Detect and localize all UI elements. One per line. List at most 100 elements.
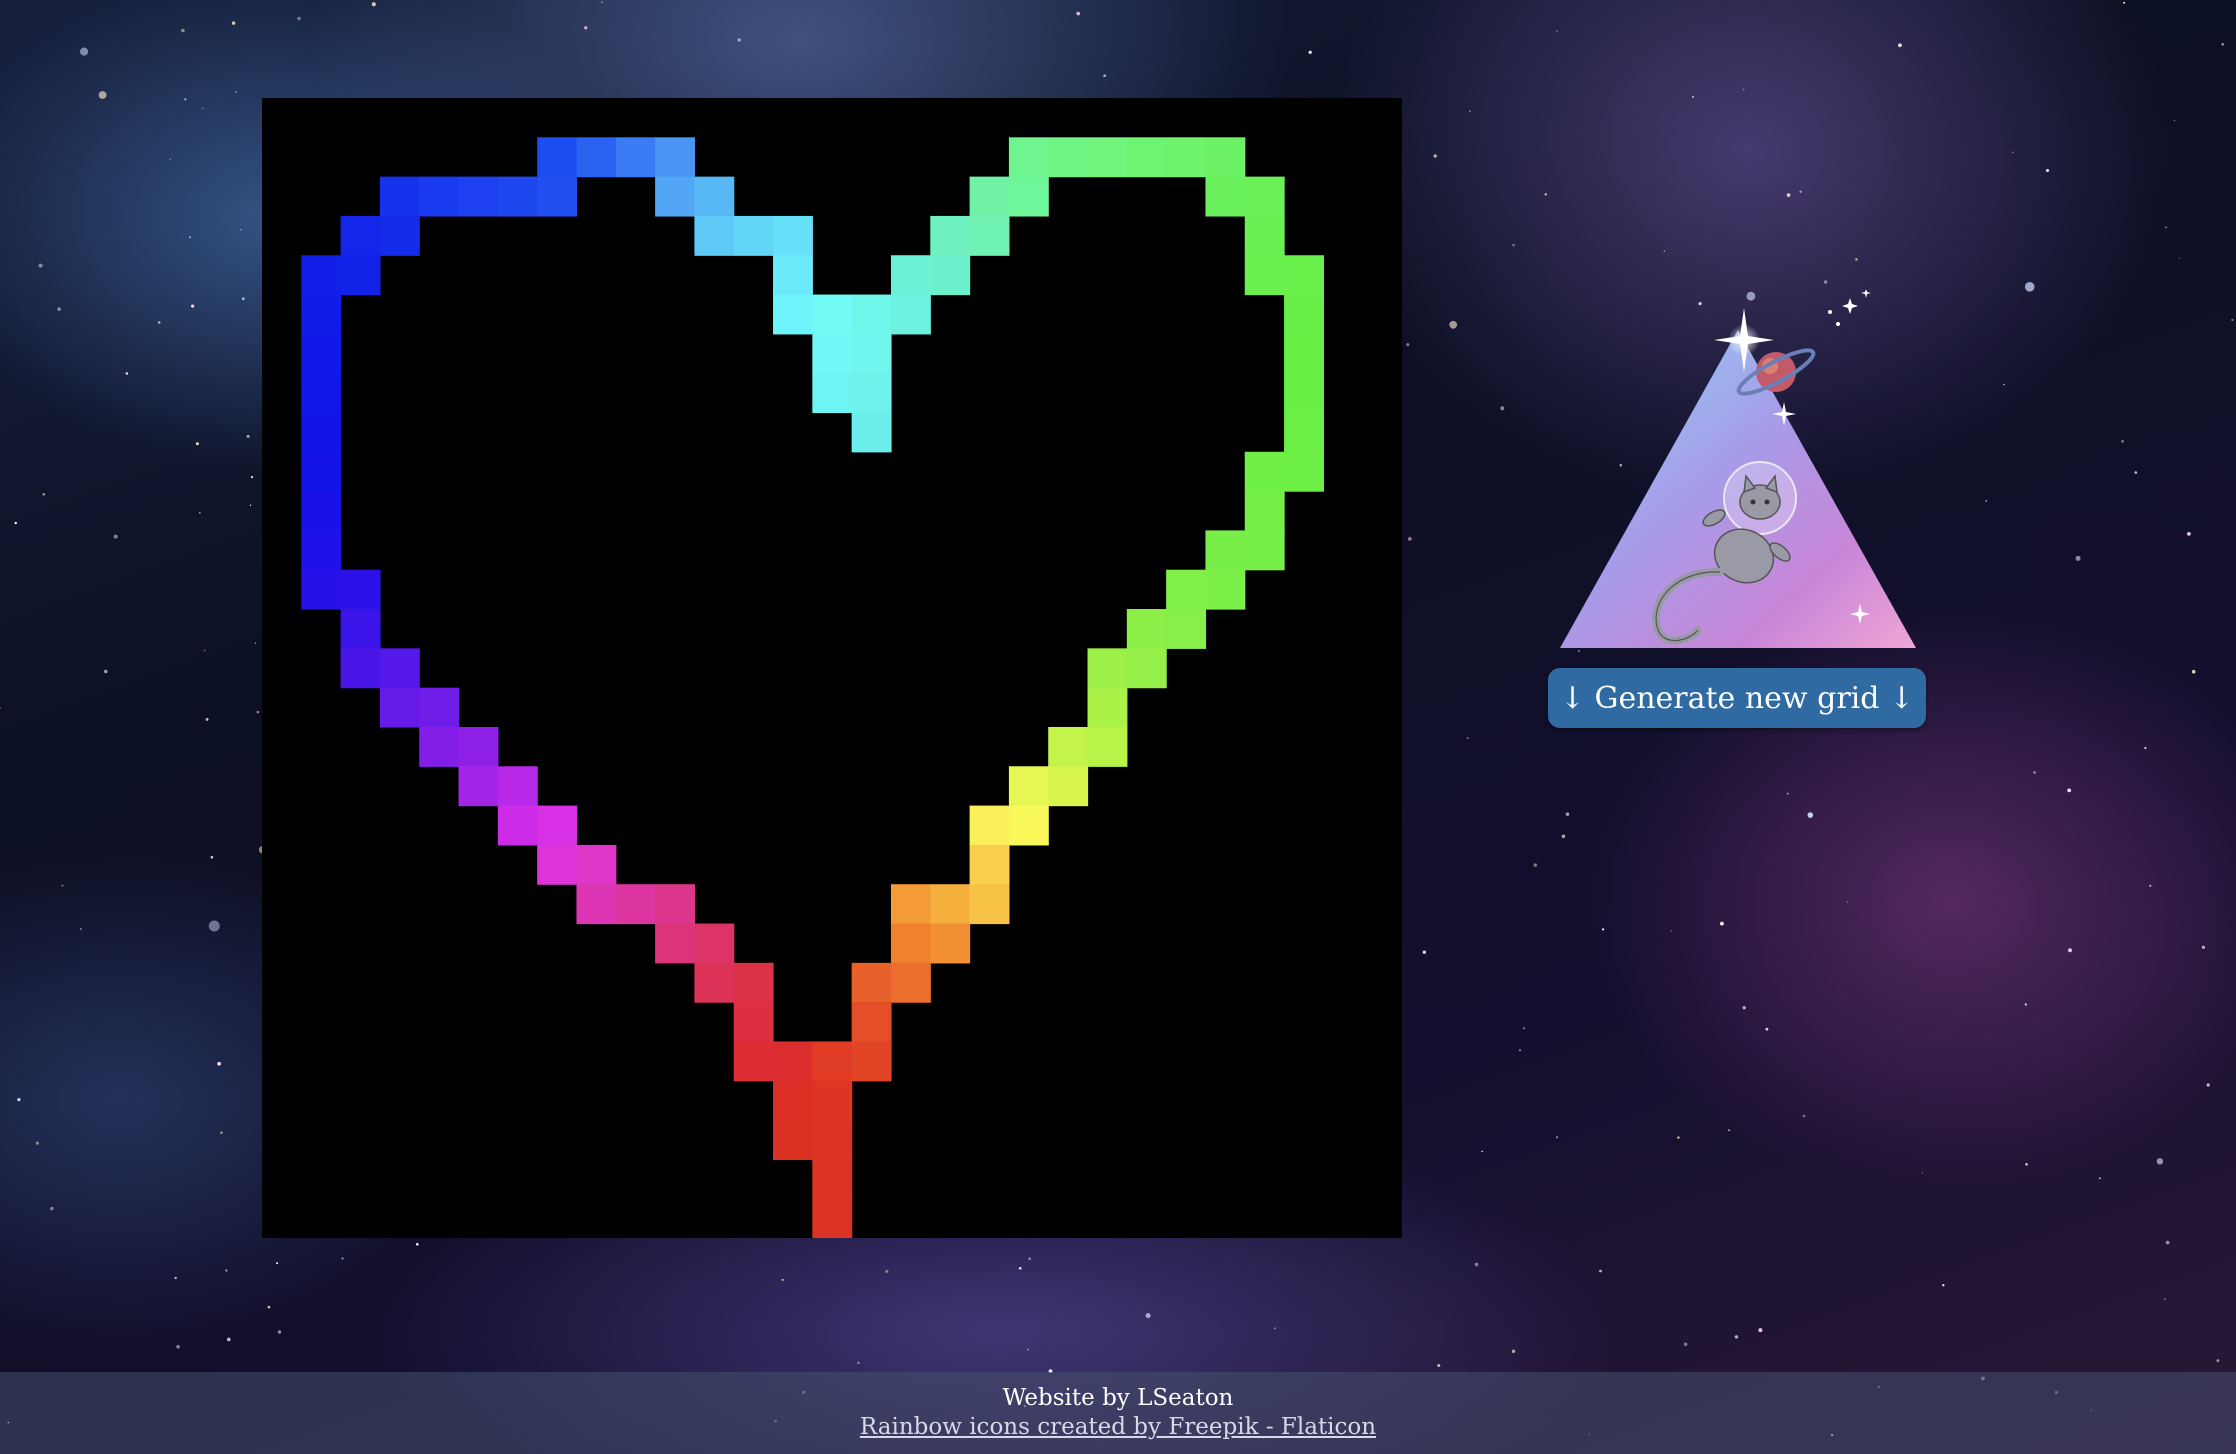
- grid-pixel[interactable]: [340, 648, 381, 689]
- grid-pixel[interactable]: [537, 137, 578, 178]
- grid-pixel[interactable]: [1205, 530, 1246, 571]
- grid-pixel[interactable]: [1284, 451, 1324, 492]
- generate-new-grid-button[interactable]: ↓ Generate new grid ↓: [1548, 668, 1926, 728]
- grid-pixel[interactable]: [773, 294, 813, 335]
- grid-pixel[interactable]: [379, 215, 420, 256]
- grid-pixel[interactable]: [890, 294, 931, 335]
- grid-pixel[interactable]: [1205, 569, 1246, 610]
- grid-pixel[interactable]: [1126, 609, 1167, 649]
- grid-pixel[interactable]: [1126, 648, 1167, 689]
- grid-pixel[interactable]: [301, 569, 342, 610]
- grid-pixel[interactable]: [1244, 451, 1285, 492]
- grid-pixel[interactable]: [301, 491, 342, 532]
- grid-pixel[interactable]: [419, 726, 460, 767]
- grid-pixel[interactable]: [1284, 333, 1324, 374]
- grid-pixel[interactable]: [890, 884, 931, 925]
- grid-pixel[interactable]: [1087, 687, 1128, 728]
- grid-pixel[interactable]: [301, 412, 342, 453]
- grid-pixel[interactable]: [655, 176, 696, 217]
- grid-pixel[interactable]: [458, 726, 499, 767]
- grid-pixel[interactable]: [497, 766, 538, 807]
- grid-pixel[interactable]: [812, 1159, 853, 1200]
- grid-pixel[interactable]: [773, 1080, 813, 1121]
- grid-pixel[interactable]: [773, 1120, 813, 1160]
- grid-pixel[interactable]: [1008, 137, 1049, 178]
- grid-pixel[interactable]: [458, 176, 499, 217]
- grid-pixel[interactable]: [1087, 648, 1128, 689]
- grid-pixel[interactable]: [419, 176, 460, 217]
- grid-pixel[interactable]: [1284, 255, 1324, 296]
- grid-pixel[interactable]: [694, 176, 735, 217]
- grid-pixel[interactable]: [576, 884, 617, 925]
- grid-pixel[interactable]: [1048, 766, 1089, 807]
- grid-pixel[interactable]: [1048, 726, 1089, 767]
- grid-pixel[interactable]: [812, 1120, 853, 1160]
- grid-pixel[interactable]: [1166, 609, 1207, 649]
- grid-pixel[interactable]: [1008, 805, 1049, 846]
- grid-pixel[interactable]: [615, 884, 656, 925]
- grid-pixel[interactable]: [812, 373, 853, 414]
- grid-pixel[interactable]: [340, 215, 381, 256]
- grid-pixel[interactable]: [655, 884, 696, 925]
- grid-pixel[interactable]: [1244, 255, 1285, 296]
- grid-pixel[interactable]: [379, 648, 420, 689]
- grid-pixel[interactable]: [851, 962, 892, 1003]
- grid-pixel[interactable]: [419, 687, 460, 728]
- grid-pixel[interactable]: [930, 255, 971, 296]
- grid-pixel[interactable]: [1244, 530, 1285, 571]
- grid-pixel[interactable]: [733, 1041, 774, 1082]
- grid-pixel[interactable]: [576, 844, 617, 885]
- grid-pixel[interactable]: [497, 176, 538, 217]
- grid-pixel[interactable]: [694, 923, 735, 964]
- grid-pixel[interactable]: [1244, 215, 1285, 256]
- grid-pixel[interactable]: [458, 766, 499, 807]
- grid-pixel[interactable]: [851, 333, 892, 374]
- grid-pixel[interactable]: [733, 962, 774, 1003]
- grid-pixel[interactable]: [655, 137, 696, 178]
- grid-pixel[interactable]: [1048, 137, 1089, 178]
- grid-pixel[interactable]: [890, 962, 931, 1003]
- grid-pixel[interactable]: [379, 176, 420, 217]
- grid-pixel[interactable]: [537, 805, 578, 846]
- grid-pixel[interactable]: [930, 215, 971, 256]
- grid-pixel[interactable]: [537, 844, 578, 885]
- grid-pixel[interactable]: [301, 373, 342, 414]
- grid-pixel[interactable]: [1244, 491, 1285, 532]
- grid-pixel[interactable]: [851, 373, 892, 414]
- grid-pixel[interactable]: [301, 333, 342, 374]
- grid-pixel[interactable]: [340, 255, 381, 296]
- grid-pixel[interactable]: [851, 1002, 892, 1043]
- grid-pixel[interactable]: [812, 1198, 853, 1238]
- grid-pixel[interactable]: [969, 844, 1010, 885]
- grid-pixel[interactable]: [497, 805, 538, 846]
- grid-pixel[interactable]: [773, 215, 813, 256]
- grid-pixel[interactable]: [851, 412, 892, 453]
- grid-pixel[interactable]: [615, 137, 656, 178]
- grid-pixel[interactable]: [340, 609, 381, 649]
- grid-pixel[interactable]: [301, 294, 342, 335]
- grid-pixel[interactable]: [1284, 412, 1324, 453]
- grid-pixel[interactable]: [301, 255, 342, 296]
- grid-pixel[interactable]: [694, 962, 735, 1003]
- flaticon-attribution-link[interactable]: Rainbow icons created by Freepik - Flati…: [0, 1412, 2236, 1442]
- grid-pixel[interactable]: [851, 1041, 892, 1082]
- pixel-art-heart[interactable]: [262, 98, 1402, 1238]
- grid-pixel[interactable]: [812, 1080, 853, 1121]
- grid-pixel[interactable]: [773, 1041, 813, 1082]
- grid-pixel[interactable]: [379, 687, 420, 728]
- pixel-grid-canvas[interactable]: [262, 98, 1402, 1238]
- grid-pixel[interactable]: [340, 569, 381, 610]
- grid-pixel[interactable]: [733, 1002, 774, 1043]
- grid-pixel[interactable]: [930, 923, 971, 964]
- grid-pixel[interactable]: [773, 255, 813, 296]
- grid-pixel[interactable]: [890, 923, 931, 964]
- grid-pixel[interactable]: [1166, 137, 1207, 178]
- grid-pixel[interactable]: [1284, 373, 1324, 414]
- grid-pixel[interactable]: [1126, 137, 1167, 178]
- grid-pixel[interactable]: [930, 884, 971, 925]
- grid-pixel[interactable]: [812, 1041, 853, 1082]
- grid-pixel[interactable]: [1205, 137, 1246, 178]
- grid-pixel[interactable]: [969, 215, 1010, 256]
- grid-pixel[interactable]: [733, 215, 774, 256]
- grid-pixel[interactable]: [576, 137, 617, 178]
